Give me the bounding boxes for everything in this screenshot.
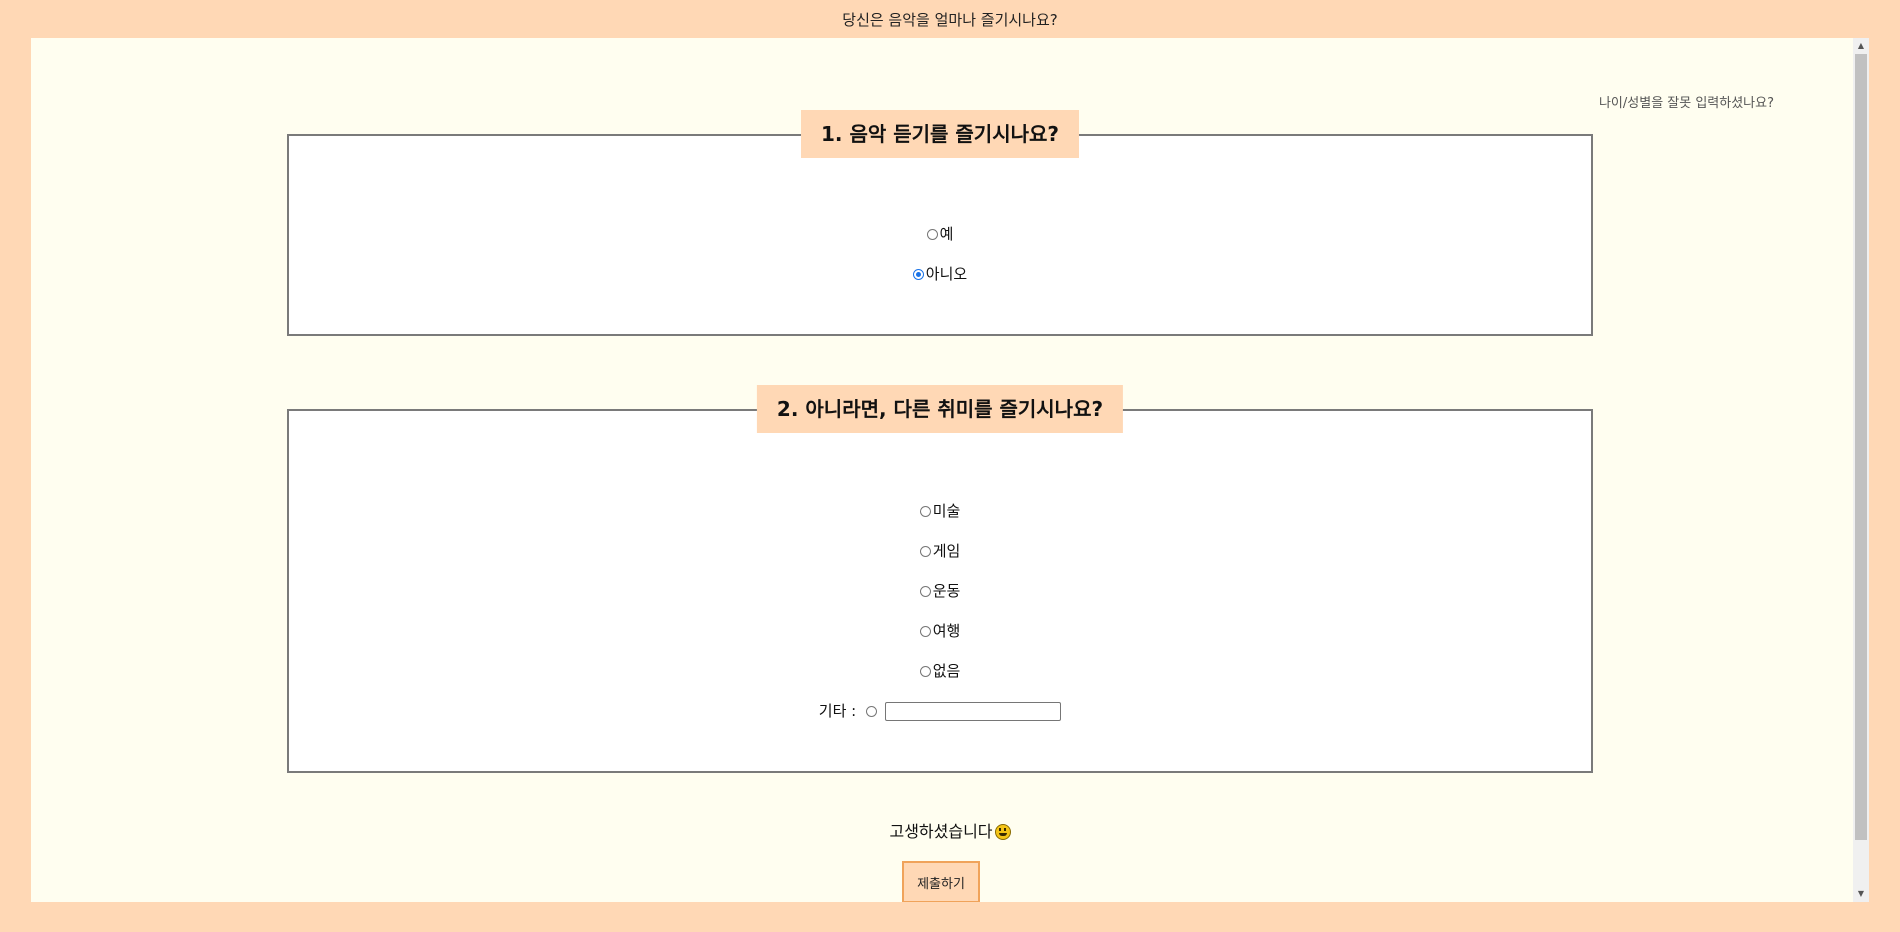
radio-etc[interactable] bbox=[866, 705, 878, 717]
question-2-box: 2. 아니라면, 다른 취미를 즐기시나요? 미술 게임 운동 여행 없음 기타… bbox=[287, 385, 1593, 773]
option-label: 없음 bbox=[932, 662, 961, 680]
option-label: 운동 bbox=[932, 582, 961, 600]
radio-game[interactable] bbox=[919, 545, 931, 557]
radio-none[interactable] bbox=[919, 665, 931, 677]
thanks-message: 고생하셨습니다 bbox=[31, 818, 1869, 842]
radio-no[interactable] bbox=[912, 268, 924, 280]
option-travel[interactable]: 여행 bbox=[289, 611, 1591, 651]
radio-yes[interactable] bbox=[926, 228, 938, 240]
question-2-options: 미술 게임 운동 여행 없음 기타 : bbox=[289, 491, 1591, 731]
submit-button[interactable]: 제출하기 bbox=[902, 861, 980, 902]
option-label: 게임 bbox=[932, 542, 961, 560]
option-label: 여행 bbox=[932, 622, 961, 640]
survey-frame: 나이/성별을 잘못 입력하셨나요? 1. 음악 듣기를 즐기시나요? 예 아니오… bbox=[31, 38, 1869, 902]
option-no[interactable]: 아니오 bbox=[289, 254, 1591, 294]
question-1-box: 1. 음악 듣기를 즐기시나요? 예 아니오 bbox=[287, 110, 1593, 336]
vertical-scrollbar[interactable]: ▲ ▼ bbox=[1853, 38, 1869, 902]
scroll-thumb[interactable] bbox=[1855, 54, 1867, 840]
page-title: 당신은 음악을 얼마나 즐기시나요? bbox=[842, 11, 1058, 29]
scroll-down-arrow-icon[interactable]: ▼ bbox=[1853, 886, 1869, 902]
option-exercise[interactable]: 운동 bbox=[289, 571, 1591, 611]
option-label: 미술 bbox=[932, 502, 961, 520]
question-1-title: 1. 음악 듣기를 즐기시나요? bbox=[800, 110, 1080, 158]
etc-input[interactable] bbox=[885, 701, 1062, 721]
etc-label: 기타 : bbox=[818, 702, 857, 720]
option-label: 예 bbox=[939, 225, 954, 243]
option-etc: 기타 : bbox=[289, 691, 1591, 731]
question-2-title: 2. 아니라면, 다른 취미를 즐기시나요? bbox=[756, 385, 1124, 433]
radio-exercise[interactable] bbox=[919, 585, 931, 597]
option-game[interactable]: 게임 bbox=[289, 531, 1591, 571]
scroll-up-arrow-icon[interactable]: ▲ bbox=[1853, 38, 1869, 54]
radio-art[interactable] bbox=[919, 505, 931, 517]
option-art[interactable]: 미술 bbox=[289, 491, 1591, 531]
option-label: 아니오 bbox=[925, 265, 968, 283]
question-1-options: 예 아니오 bbox=[289, 214, 1591, 294]
wrong-input-link[interactable]: 나이/성별을 잘못 입력하셨나요? bbox=[1599, 92, 1774, 111]
option-none[interactable]: 없음 bbox=[289, 651, 1591, 691]
option-yes[interactable]: 예 bbox=[289, 214, 1591, 254]
radio-travel[interactable] bbox=[919, 625, 931, 637]
thanks-text: 고생하셨습니다 bbox=[889, 822, 993, 841]
smiley-icon bbox=[994, 824, 1011, 840]
